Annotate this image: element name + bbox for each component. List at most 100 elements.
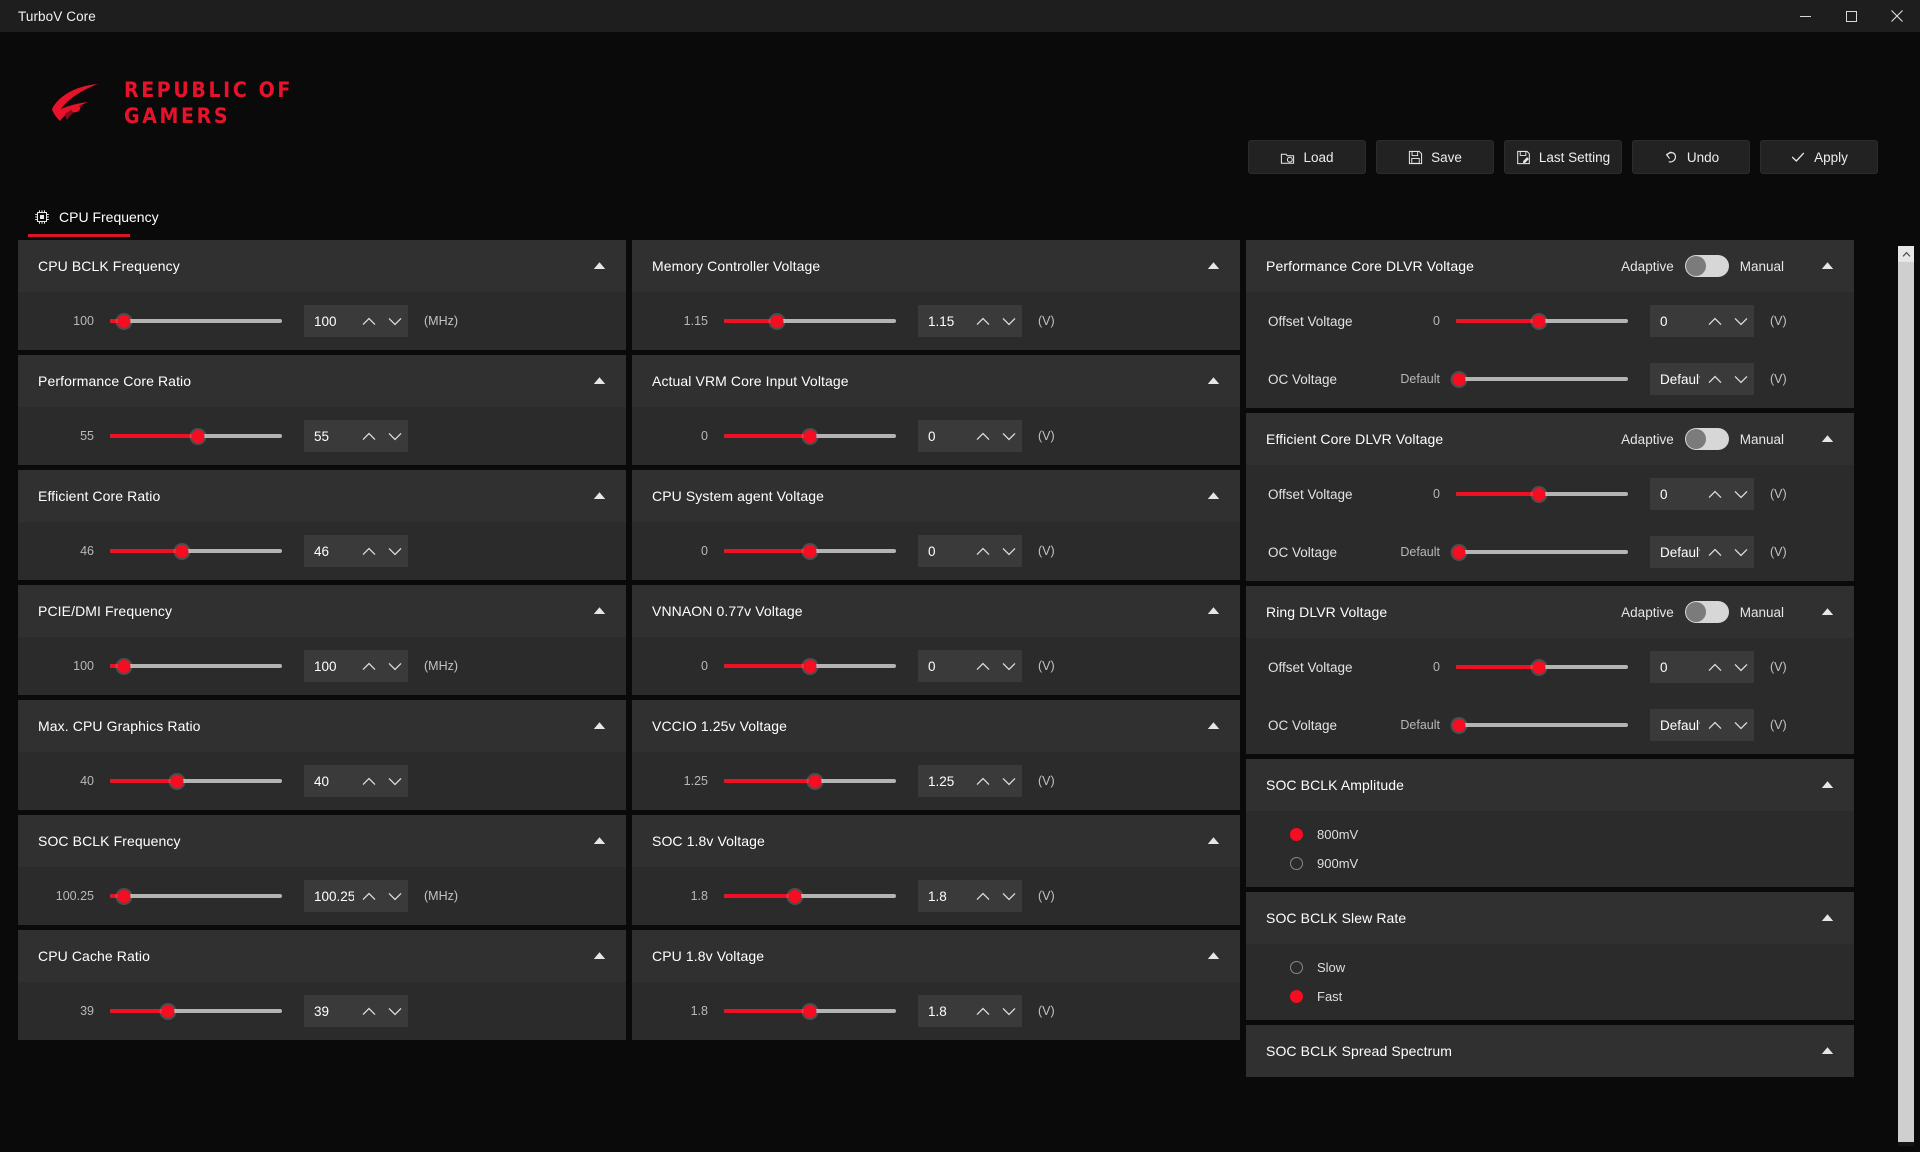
slider-knob[interactable] (803, 544, 817, 558)
value-slider[interactable] (1452, 542, 1628, 562)
slider-knob[interactable] (117, 659, 131, 673)
spinbox-increment[interactable] (1702, 536, 1728, 568)
spinbox-decrement[interactable] (996, 305, 1022, 337)
value-spinbox[interactable]: 39 (304, 995, 408, 1027)
spinbox-increment[interactable] (970, 880, 996, 912)
value-spinbox[interactable]: Default (1650, 363, 1754, 395)
slider-knob[interactable] (175, 544, 189, 558)
collapse-toggle[interactable] (1207, 372, 1220, 390)
slider-knob[interactable] (803, 429, 817, 443)
last-setting-button[interactable]: Last Setting (1504, 140, 1622, 174)
spinbox-increment[interactable] (356, 305, 382, 337)
slider-knob[interactable] (770, 314, 784, 328)
value-spinbox[interactable]: 0 (918, 535, 1022, 567)
spinbox-decrement[interactable] (996, 650, 1022, 682)
value-slider[interactable] (1456, 657, 1628, 677)
collapse-toggle[interactable] (593, 487, 606, 505)
slider-knob[interactable] (191, 429, 205, 443)
value-slider[interactable] (724, 886, 896, 906)
spinbox-decrement[interactable] (382, 765, 408, 797)
spinbox-value[interactable]: 46 (304, 544, 354, 559)
setting-card-header[interactable]: CPU System agent Voltage (632, 470, 1240, 522)
spinbox-increment[interactable] (356, 535, 382, 567)
radio-option[interactable]: Fast (1246, 982, 1854, 1020)
spinbox-value[interactable]: Default (1650, 718, 1700, 733)
collapse-toggle[interactable] (1207, 602, 1220, 620)
setting-card-header[interactable]: CPU 1.8v Voltage (632, 930, 1240, 982)
value-slider[interactable] (1456, 311, 1628, 331)
slider-knob[interactable] (1532, 660, 1546, 674)
scrollbar-thumb[interactable] (1898, 262, 1914, 1142)
slider-knob[interactable] (1532, 314, 1546, 328)
slider-knob[interactable] (803, 659, 817, 673)
slider-knob[interactable] (788, 889, 802, 903)
value-slider[interactable] (1452, 715, 1628, 735)
spinbox-value[interactable]: 0 (918, 429, 968, 444)
minimize-button[interactable] (1782, 0, 1828, 32)
slider-knob[interactable] (1452, 545, 1466, 559)
collapse-toggle[interactable] (1207, 832, 1220, 850)
spinbox-increment[interactable] (356, 995, 382, 1027)
radio-option[interactable]: 900mV (1246, 849, 1854, 887)
spinbox-decrement[interactable] (1728, 709, 1754, 741)
spinbox-value[interactable]: 0 (1650, 660, 1700, 675)
value-spinbox[interactable]: 0 (918, 650, 1022, 682)
collapse-toggle[interactable] (1821, 257, 1834, 275)
vertical-scrollbar[interactable] (1898, 246, 1914, 1146)
spinbox-decrement[interactable] (996, 995, 1022, 1027)
spinbox-decrement[interactable] (1728, 478, 1754, 510)
spinbox-decrement[interactable] (996, 765, 1022, 797)
value-spinbox[interactable]: Default (1650, 536, 1754, 568)
value-slider[interactable] (110, 656, 282, 676)
value-spinbox[interactable]: 1.8 (918, 995, 1022, 1027)
value-slider[interactable] (110, 541, 282, 561)
spinbox-increment[interactable] (1702, 363, 1728, 395)
spinbox-value[interactable]: 0 (918, 659, 968, 674)
collapse-toggle[interactable] (593, 717, 606, 735)
spinbox-increment[interactable] (970, 650, 996, 682)
value-spinbox[interactable]: 0 (918, 420, 1022, 452)
value-spinbox[interactable]: 100.25 (304, 880, 408, 912)
adaptive-manual-switch[interactable] (1684, 428, 1729, 450)
setting-card-header[interactable]: CPU Cache Ratio (18, 930, 626, 982)
slider-knob[interactable] (117, 889, 131, 903)
value-spinbox[interactable]: Default (1650, 709, 1754, 741)
spinbox-decrement[interactable] (382, 650, 408, 682)
spinbox-decrement[interactable] (382, 305, 408, 337)
value-slider[interactable] (724, 541, 896, 561)
spinbox-increment[interactable] (970, 420, 996, 452)
collapse-toggle[interactable] (1207, 257, 1220, 275)
collapse-toggle[interactable] (1207, 947, 1220, 965)
value-slider[interactable] (724, 656, 896, 676)
value-slider[interactable] (724, 426, 896, 446)
setting-card-header[interactable]: Actual VRM Core Input Voltage (632, 355, 1240, 407)
setting-card-header[interactable]: Memory Controller Voltage (632, 240, 1240, 292)
setting-card-header[interactable]: SOC BCLK Amplitude (1246, 759, 1854, 811)
setting-card-header[interactable]: SOC BCLK Frequency (18, 815, 626, 867)
setting-card-header[interactable]: SOC BCLK Spread Spectrum (1246, 1025, 1854, 1077)
spinbox-value[interactable]: 40 (304, 774, 354, 789)
spinbox-increment[interactable] (356, 650, 382, 682)
maximize-button[interactable] (1828, 0, 1874, 32)
spinbox-decrement[interactable] (1728, 305, 1754, 337)
value-slider[interactable] (724, 771, 896, 791)
setting-card-header[interactable]: SOC 1.8v Voltage (632, 815, 1240, 867)
value-slider[interactable] (1452, 369, 1628, 389)
collapse-toggle[interactable] (593, 372, 606, 390)
spinbox-decrement[interactable] (382, 995, 408, 1027)
collapse-toggle[interactable] (593, 947, 606, 965)
value-spinbox[interactable]: 40 (304, 765, 408, 797)
value-slider[interactable] (110, 426, 282, 446)
value-slider[interactable] (724, 1001, 896, 1021)
setting-card-header[interactable]: Performance Core Ratio (18, 355, 626, 407)
spinbox-value[interactable]: Default (1650, 372, 1700, 387)
adaptive-manual-switch[interactable] (1684, 601, 1729, 623)
collapse-toggle[interactable] (1821, 1042, 1834, 1060)
value-slider[interactable] (110, 886, 282, 906)
spinbox-increment[interactable] (970, 305, 996, 337)
radio-option[interactable]: Slow (1246, 944, 1854, 982)
value-spinbox[interactable]: 1.8 (918, 880, 1022, 912)
spinbox-decrement[interactable] (996, 535, 1022, 567)
radio-option[interactable]: 800mV (1246, 811, 1854, 849)
spinbox-value[interactable]: 0 (1650, 314, 1700, 329)
